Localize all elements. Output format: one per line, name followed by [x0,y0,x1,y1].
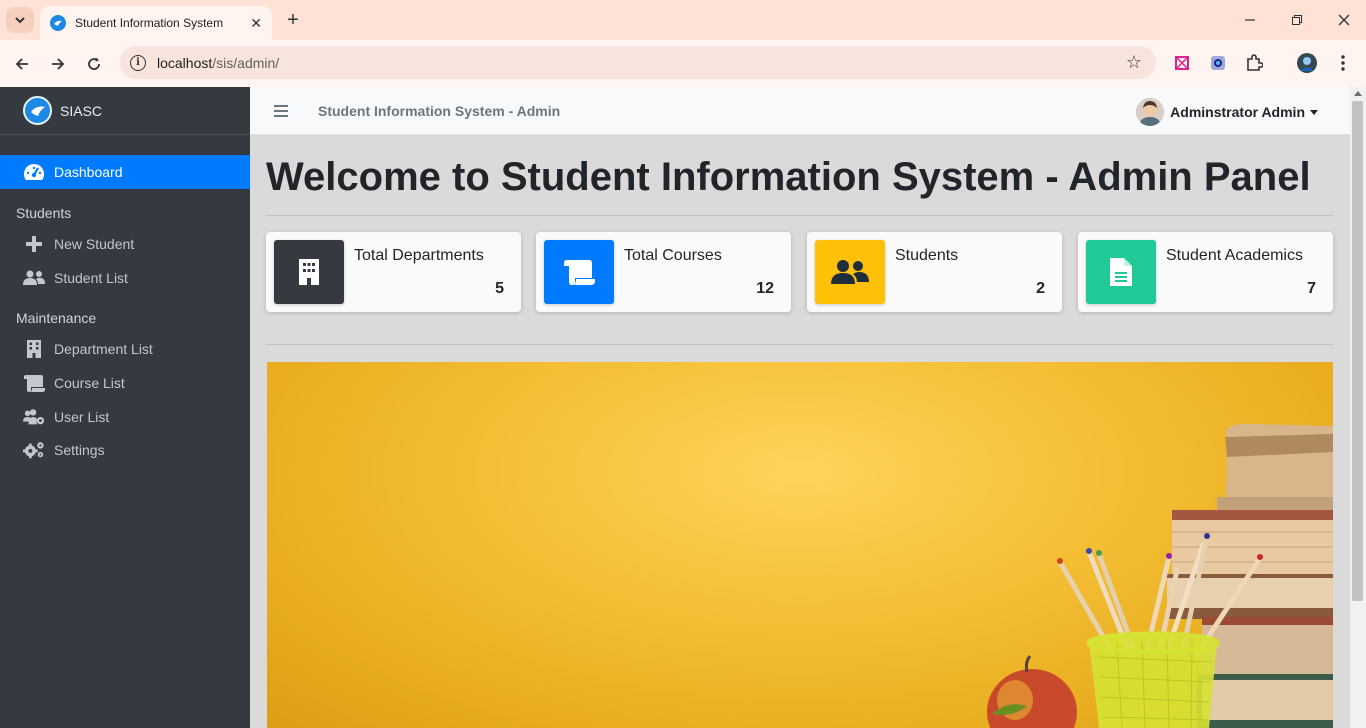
info-box-label: Students [895,247,959,264]
users-icon [815,240,885,304]
cogs-icon [23,440,45,460]
info-box-students: Students 2 [807,232,1062,312]
info-box-value: 12 [756,280,774,297]
building-icon [23,340,45,358]
brand-logo-icon [23,96,52,125]
info-box-value: 5 [495,280,504,297]
close-window-button[interactable] [1334,10,1354,30]
site-info-icon[interactable]: i [130,54,146,71]
scrollbar-thumb[interactable] [1352,101,1363,601]
bookmark-star-icon[interactable]: ☆ [1126,52,1142,73]
scroll-icon [544,240,614,304]
divider [266,344,1333,345]
scroll-icon [23,374,45,392]
user-dropdown[interactable]: Adminstrator Admin [1136,98,1318,126]
arrow-left-icon [15,58,28,70]
arrow-right-icon [52,58,65,70]
info-box-label: Total Departments [354,247,484,264]
sidebar-item-student-list[interactable]: Student List [0,261,250,295]
info-box-departments: Total Departments 5 [266,232,521,312]
minimize-icon [1245,19,1255,21]
brand-link[interactable]: SIASC [0,87,250,135]
tachometer-icon [23,163,45,181]
top-navbar: Student Information System - Admin Admin… [250,87,1350,135]
info-box-academics: Student Academics 7 [1078,232,1333,312]
extensions-puzzle-icon[interactable] [1244,53,1264,73]
page-scrollbar[interactable] [1350,87,1366,728]
forward-button[interactable] [46,52,70,76]
profile-avatar-icon[interactable] [1297,53,1317,73]
avatar [1136,98,1165,126]
info-box-label: Student Academics [1166,247,1303,264]
info-box-courses: Total Courses 12 [536,232,791,312]
sidebar-item-course-list[interactable]: Course List [0,366,250,400]
sidebar-item-label: User List [54,409,110,425]
plus-icon [23,235,45,253]
info-box-label: Total Courses [624,247,722,264]
page-title: Welcome to Student Information System - … [266,155,1311,199]
users-cog-icon [23,408,45,426]
divider [266,215,1333,216]
scroll-up-arrow-icon[interactable] [1354,91,1362,96]
caret-down-icon [1310,109,1318,115]
back-button[interactable] [10,52,34,76]
bird-favicon-icon [50,15,66,31]
sidebar-item-label: Course List [54,375,125,391]
tab-title: Student Information System [75,16,224,30]
sidebar-item-settings[interactable]: Settings [0,433,250,467]
brand-name: SIASC [60,102,103,119]
nav-header-students: Students [16,205,72,221]
info-box-value: 2 [1036,280,1045,297]
reload-icon [88,57,100,70]
main-content: Welcome to Student Information System - … [250,135,1350,728]
sidebar-item-label: Settings [54,442,105,458]
new-tab-button[interactable]: + [282,9,304,31]
sidebar-item-department-list[interactable]: Department List [0,332,250,366]
dashboard-banner-image [267,362,1333,728]
restore-button[interactable] [1287,10,1307,30]
address-bar[interactable]: i localhost/sis/admin/ ☆ [120,46,1156,79]
sidebar-item-label: New Student [54,236,135,252]
browser-tab[interactable]: Student Information System ✕ [40,6,272,40]
reload-button[interactable] [82,52,106,76]
building-icon [274,240,344,304]
users-icon [23,270,45,286]
sidebar: SIASC Dashboard Students New Student Stu… [0,87,250,728]
apple-illustration [987,655,1077,728]
chevron-down-icon [15,17,25,24]
restore-icon [1292,15,1302,25]
hamburger-menu-icon[interactable] [274,104,288,117]
url-text[interactable]: localhost/sis/admin/ [157,55,1126,71]
minimize-button[interactable] [1240,10,1260,30]
sidebar-item-user-list[interactable]: User List [0,400,250,434]
extension-camera-icon[interactable] [1208,53,1228,73]
user-name: Adminstrator Admin [1170,104,1305,120]
browser-tab-strip: Student Information System ✕ + [0,0,1366,40]
sidebar-item-dashboard[interactable]: Dashboard [0,155,250,189]
sidebar-item-label: Department List [54,341,153,357]
navbar-title: Student Information System - Admin [318,102,561,119]
tab-close-icon[interactable]: ✕ [250,15,262,32]
close-icon [1338,14,1350,26]
tab-search-button[interactable] [6,7,34,33]
sidebar-item-label: Dashboard [54,164,123,180]
browser-menu-icon[interactable] [1333,53,1353,73]
file-icon [1086,240,1156,304]
sidebar-item-label: Student List [54,270,128,286]
sidebar-item-new-student[interactable]: New Student [0,227,250,261]
extension-pink-icon[interactable] [1172,53,1192,73]
info-box-value: 7 [1307,280,1316,297]
browser-toolbar: i localhost/sis/admin/ ☆ [0,40,1366,87]
nav-header-maintenance: Maintenance [16,310,97,326]
